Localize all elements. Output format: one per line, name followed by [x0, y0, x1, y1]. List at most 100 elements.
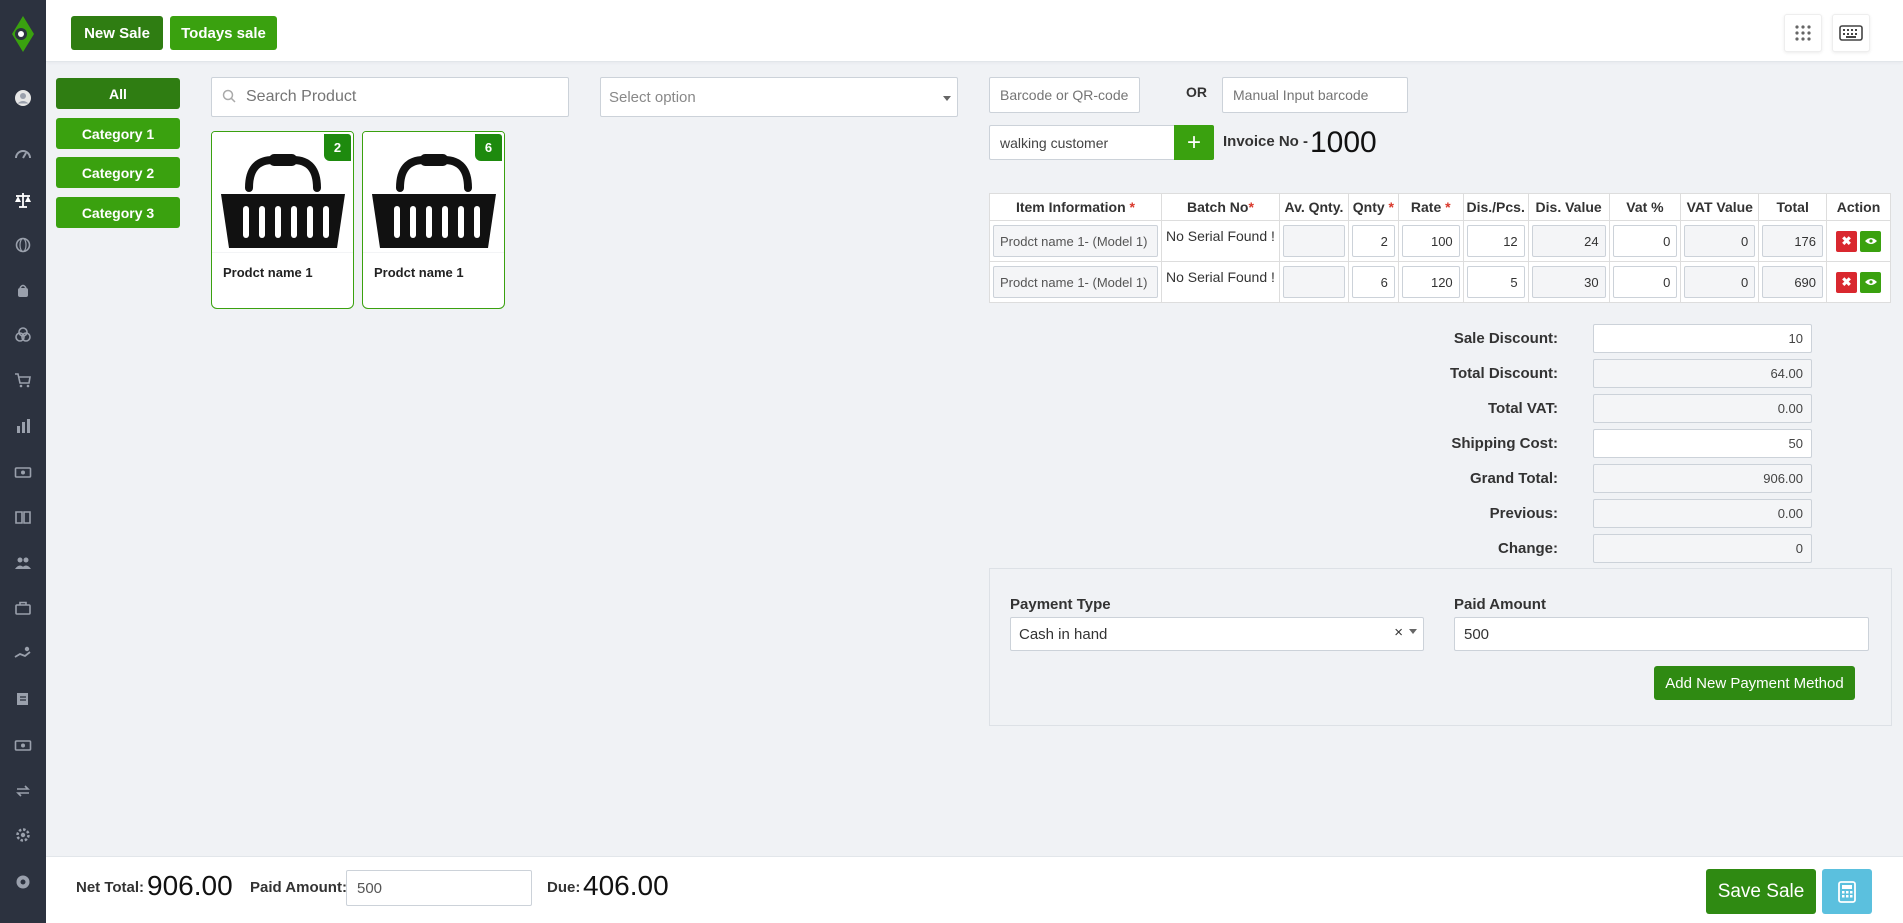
coins-icon[interactable]	[0, 323, 46, 347]
search-input[interactable]	[246, 78, 556, 116]
ledger-icon[interactable]	[0, 687, 46, 711]
total-discount-value: 64.00	[1593, 359, 1812, 388]
category-all-button[interactable]: All	[56, 78, 180, 109]
sale-discount-label: Sale Discount:	[1453, 330, 1558, 347]
qty-field[interactable]: 2	[1351, 225, 1395, 257]
batch-no-text: No Serial Found !	[1165, 269, 1275, 285]
batch-no-text: No Serial Found !	[1165, 228, 1275, 244]
total-field: 690	[1762, 266, 1824, 298]
col-rate: Rate *	[1397, 193, 1464, 221]
category-2-button[interactable]: Category 2	[56, 157, 180, 188]
cash-icon[interactable]	[0, 733, 46, 757]
add-customer-button[interactable]: +	[1174, 125, 1214, 160]
payment-type-select[interactable]: Cash in hand ×	[1010, 617, 1424, 651]
av-qty-field	[1282, 225, 1345, 257]
hand-money-icon[interactable]	[0, 641, 46, 665]
paid-amount-input[interactable]: 500	[1454, 617, 1869, 651]
qty-field[interactable]: 6	[1351, 266, 1395, 298]
book-icon[interactable]	[0, 505, 46, 529]
net-total-value: 906.00	[147, 870, 233, 901]
col-batch-no: Batch No*	[1160, 193, 1280, 221]
gear-icon[interactable]	[0, 823, 46, 847]
change-value: 0	[1593, 534, 1812, 563]
clear-icon[interactable]: ×	[1394, 624, 1403, 641]
dis-value-field: 30	[1531, 266, 1606, 298]
avatar-icon[interactable]	[0, 86, 46, 110]
payment-type-value: Cash in hand	[1019, 626, 1108, 643]
col-vat-pct: Vat %	[1608, 193, 1682, 221]
support-icon[interactable]	[0, 870, 46, 894]
footer-bar: Net Total: 906.00 Paid Amount: 500 Due: …	[46, 856, 1903, 923]
rate-field[interactable]: 120	[1401, 266, 1460, 298]
item-info-field[interactable]: Prodct name 1- (Model 1)	[993, 266, 1158, 298]
items-table: Item Information * Batch No* Av. Qnty. Q…	[989, 193, 1891, 303]
total-discount-label: Total Discount:	[1449, 365, 1558, 382]
product-search	[211, 77, 569, 117]
vat-value-field: 0	[1684, 266, 1756, 298]
sale-discount-input[interactable]: 10	[1593, 324, 1812, 353]
payment-type-label: Payment Type	[1010, 596, 1111, 613]
invoice-number: 1000	[1310, 126, 1377, 159]
dashboard-icon[interactable]	[0, 142, 46, 166]
change-label: Change:	[1498, 540, 1558, 557]
rate-field[interactable]: 100	[1401, 225, 1460, 257]
add-payment-method-button[interactable]: Add New Payment Method	[1654, 666, 1855, 700]
previous-label: Previous:	[1489, 505, 1558, 522]
item-info-field[interactable]: Prodct name 1- (Model 1)	[993, 225, 1158, 257]
product-filter-select[interactable]: Select option	[600, 77, 958, 117]
paid-amount-footer-input[interactable]: 500	[346, 870, 532, 906]
col-action: Action	[1826, 193, 1891, 221]
dis-pcs-field[interactable]: 5	[1466, 266, 1525, 298]
vat-pct-field[interactable]: 0	[1612, 266, 1678, 298]
cart-icon[interactable]	[0, 368, 46, 392]
vat-pct-field[interactable]: 0	[1612, 225, 1678, 257]
av-qty-field	[1282, 266, 1345, 298]
app-logo[interactable]	[0, 8, 46, 60]
delete-row-icon[interactable]: ✖	[1836, 230, 1858, 252]
category-1-button[interactable]: Category 1	[56, 118, 180, 149]
grid-menu-icon[interactable]	[1784, 14, 1822, 52]
new-sale-button[interactable]: New Sale	[71, 16, 163, 50]
stock-badge: 6	[475, 134, 502, 161]
manual-barcode-input[interactable]	[1222, 77, 1408, 113]
paid-amount-label: Paid Amount	[1454, 596, 1546, 613]
product-card[interactable]: 2 Prodct name 1	[211, 131, 354, 309]
grand-total-label: Grand Total:	[1469, 470, 1558, 487]
product-card[interactable]: 6 Prodct name 1	[362, 131, 505, 309]
view-icon[interactable]	[1860, 230, 1882, 252]
money-icon[interactable]	[0, 460, 46, 484]
customer-input[interactable]	[989, 125, 1175, 160]
due-value: 406.00	[583, 870, 669, 901]
save-sale-button[interactable]: Save Sale	[1706, 869, 1816, 914]
bar-chart-icon[interactable]	[0, 414, 46, 438]
previous-value: 0.00	[1593, 499, 1812, 528]
sidebar	[0, 0, 46, 923]
scale-icon[interactable]	[0, 188, 46, 212]
col-av-qnty: Av. Qnty.	[1278, 193, 1349, 221]
users-icon[interactable]	[0, 551, 46, 575]
dis-value-field: 24	[1531, 225, 1606, 257]
paid-amount-footer-label: Paid Amount:	[250, 879, 347, 896]
keyboard-icon[interactable]	[1832, 14, 1870, 52]
or-label: OR	[1186, 84, 1207, 100]
change-row: Change: 0	[1380, 534, 1812, 564]
delete-row-icon[interactable]: ✖	[1836, 271, 1858, 293]
calculator-icon[interactable]	[1822, 869, 1872, 914]
exchange-icon[interactable]	[0, 779, 46, 803]
category-3-button[interactable]: Category 3	[56, 197, 180, 228]
barcode-input[interactable]	[989, 77, 1140, 113]
product-name: Prodct name 1	[223, 265, 313, 280]
globe-icon[interactable]	[0, 233, 46, 257]
view-icon[interactable]	[1860, 271, 1882, 293]
select-placeholder: Select option	[609, 89, 696, 106]
bag-icon[interactable]	[0, 278, 46, 302]
shipping-cost-input[interactable]: 50	[1593, 429, 1812, 458]
net-total-label: Net Total:	[76, 879, 145, 896]
grand-total-row: Grand Total: 906.00	[1380, 464, 1812, 494]
stock-badge: 2	[324, 134, 351, 161]
todays-sale-button[interactable]: Todays sale	[170, 16, 277, 50]
dis-pcs-field[interactable]: 12	[1466, 225, 1525, 257]
briefcase-icon[interactable]	[0, 596, 46, 620]
chevron-down-icon	[1409, 629, 1417, 634]
due-label: Due:	[547, 879, 581, 896]
